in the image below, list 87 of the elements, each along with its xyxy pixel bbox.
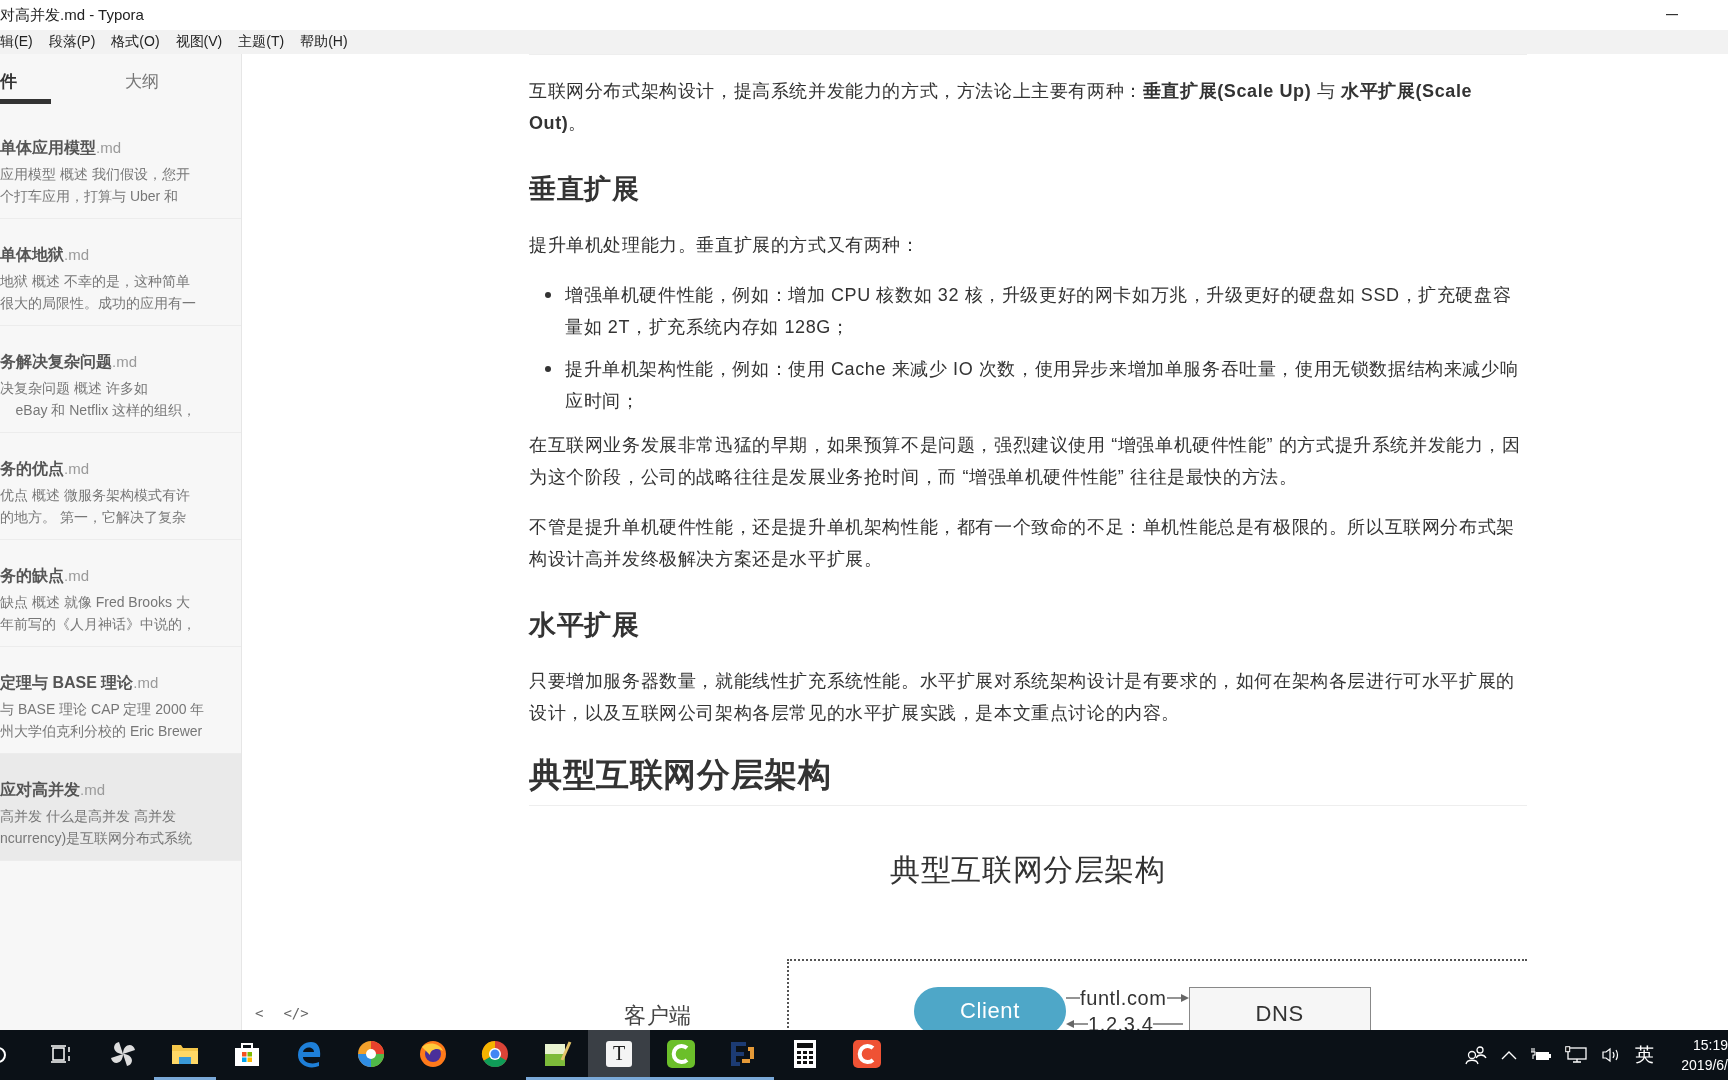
- file-item[interactable]: 务的缺点.md 缺点 概述 就像 Fred Brooks 大 年前写的《人月神话》中说的，: [0, 540, 241, 647]
- file-excerpt: 地狱 概述 不幸的是，这种简单: [0, 272, 191, 291]
- file-excerpt: 个打车应用，打算与 Uber 和: [0, 187, 180, 206]
- file-excerpt: 决复杂问题 概述 许多如: [0, 379, 149, 398]
- menu-item[interactable]: 辑(E): [0, 33, 33, 51]
- back-button[interactable]: <: [255, 1005, 264, 1021]
- file-title: 单体地狱: [0, 245, 64, 265]
- sidebar-tab[interactable]: 件: [0, 70, 51, 104]
- sidebar-tab[interactable]: 大纲: [125, 70, 159, 104]
- monitor-icon[interactable]: [1565, 1046, 1587, 1064]
- dns-node: DNS: [1188, 987, 1371, 1030]
- chrome-icon: [480, 1038, 510, 1069]
- file-item[interactable]: 应对高并发.md 高并发 什么是高并发 高并发 ncurrency)是互联网分布式系统: [0, 754, 241, 861]
- left-arrow-icon: [1066, 1019, 1088, 1029]
- file-extension: .md: [96, 139, 121, 156]
- file-extension: .md: [64, 246, 89, 263]
- file-excerpt: ncurrency)是互联网分布式系统: [0, 829, 194, 848]
- file-item[interactable]: 务解决复杂问题.md 决复杂问题 概述 许多如 eBay 和 Netflix 这样的组织，: [0, 326, 241, 433]
- letter-c-icon: [666, 1038, 696, 1069]
- file-title: 务的缺点: [0, 566, 64, 586]
- paragraph: 提升单机处理能力。垂直扩展的方式又有两种：: [529, 234, 921, 257]
- list-item: 提升单机架构性能，例如：使用 Cache 来减少 IO 次数，使用异步来增加单服务吞吐量，使用无锁数据结构来减少响应时间；: [565, 358, 1520, 413]
- file-title: 定理与 BASE 理论: [0, 673, 134, 693]
- taskbar-app[interactable]: T: [588, 1030, 650, 1080]
- rounded-c-icon: [852, 1038, 882, 1069]
- layer-label: 客户端: [623, 1002, 693, 1030]
- speaker-icon[interactable]: [1601, 1047, 1621, 1063]
- file-excerpt: 很大的局限性。成功的应用有一: [0, 294, 197, 313]
- menu-item[interactable]: 帮助(H): [300, 33, 348, 51]
- file-title: 单体应用模型: [0, 138, 96, 158]
- calculator-icon: [793, 1038, 817, 1069]
- file-excerpt: 州大学伯克利分校的 Eric Brewer: [0, 722, 204, 741]
- menu-item[interactable]: 段落(P): [48, 33, 96, 51]
- paragraph: 只要增加服务器数量，就能线性扩充系统性能。水平扩展对系统架构设计是有要求的，如何在架构各层进行可水平扩展的设计，以及互联网公司架构各层常见的水平扩展实践，是本文重点讨论的内容。: [529, 670, 1516, 725]
- file-excerpt: 高并发 什么是高并发 高并发: [0, 807, 177, 826]
- battery-icon[interactable]: [1531, 1047, 1551, 1063]
- request-label: funtl.com: [1080, 986, 1167, 1010]
- firefox-icon: [418, 1038, 448, 1069]
- notepad-icon: [542, 1039, 572, 1068]
- right-arrow-icon: [1166, 993, 1189, 1003]
- task-view-icon: [50, 1043, 72, 1064]
- caret-up-icon[interactable]: [1501, 1050, 1517, 1060]
- file-item[interactable]: 务的优点.md 优点 概述 微服务架构模式有许 的地方。 第一，它解决了复杂: [0, 433, 241, 540]
- source-code-button[interactable]: </>: [283, 1005, 309, 1021]
- paragraph: 在互联网业务发展非常迅猛的早期，如果预算不是问题，强烈建议使用 “增强单机硬件性能” 的方式提升系统并发能力，因为这个阶段，公司的战略往往是发展业务抢时间，而 “增强单机硬件性能” 往往是最快的方法。: [529, 434, 1522, 489]
- client-node: Client: [914, 987, 1066, 1030]
- file-extension: .md: [80, 781, 105, 798]
- paragraph: 互联网分布式架构设计，提高系统并发能力的方式，方法论上主要有两种：垂直扩展(Scale Up) 与 水平扩展(Scale Out)。: [529, 80, 1474, 135]
- bullet-icon: [545, 366, 551, 372]
- search-icon[interactable]: [0, 1045, 8, 1065]
- file-excerpt: 应用模型 概述 我们假设，您开: [0, 165, 191, 184]
- heading: 垂直扩展: [529, 173, 641, 206]
- list-item: 增强单机硬件性能，例如：增加 CPU 核数如 32 核，升级更好的网卡如万兆，升级更好的硬盘如 SSD，扩充硬盘容量如 2T，扩充系统内存如 128G；: [565, 284, 1513, 339]
- file-excerpt: 优点 概述 微服务架构模式有许: [0, 486, 191, 505]
- minimize-icon[interactable]: [1666, 14, 1678, 16]
- file-extension: .md: [112, 353, 137, 370]
- response-label: 1.2.3.4: [1088, 1012, 1154, 1030]
- bullet-icon: [545, 292, 551, 298]
- file-excerpt: eBay 和 Netflix 这样的组织，: [14, 401, 198, 420]
- menu-item[interactable]: 主题(T): [238, 33, 285, 51]
- menu-item[interactable]: 格式(O): [111, 33, 160, 51]
- file-excerpt: 的地方。 第一，它解决了复杂: [0, 508, 187, 527]
- app-icon: T: [606, 1040, 632, 1067]
- pinwheel-icon: [109, 1039, 137, 1068]
- menu-item[interactable]: 视图(V): [175, 33, 223, 51]
- heading: 水平扩展: [529, 609, 641, 642]
- file-extension: .md: [64, 567, 89, 584]
- file-item[interactable]: 单体应用模型.md 应用模型 概述 我们假设，您开 个打车应用，打算与 Uber 和: [0, 112, 241, 219]
- clock-time[interactable]: 15:19: [1692, 1035, 1728, 1055]
- input-method-indicator[interactable]: 英: [1635, 1042, 1654, 1068]
- paragraph: 不管是提升单机硬件性能，还是提升单机架构性能，都有一个致命的不足：单机性能总是有极限的。所以互联网分布式架构设计高并发终极解决方案还是水平扩展。: [529, 516, 1516, 571]
- file-excerpt: 与 BASE 理论 CAP 定理 2000 年: [0, 700, 206, 719]
- figure-title: 典型互联网分层架构: [890, 852, 1166, 888]
- clock-date[interactable]: 2019/6/: [1681, 1055, 1728, 1075]
- browser-e-icon: [295, 1039, 323, 1068]
- file-title: 务解决复杂问题: [0, 352, 112, 372]
- file-item[interactable]: 单体地狱.md 地狱 概述 不幸的是，这种简单 很大的局限性。成功的应用有一: [0, 219, 241, 326]
- file-excerpt: 年前写的《人月神话》中说的，: [0, 615, 197, 634]
- file-title: 务的优点: [0, 459, 64, 479]
- file-excerpt: 缺点 概述 就像 Fred Brooks 大: [0, 593, 191, 612]
- heading: 典型互联网分层架构: [529, 755, 1527, 806]
- file-title: 应对高并发: [0, 780, 80, 800]
- file-extension: .md: [64, 460, 89, 477]
- window-title: 对高并发.md - Typora: [0, 5, 144, 25]
- people-icon[interactable]: [1465, 1045, 1487, 1065]
- color-wheel-icon: [356, 1038, 386, 1069]
- file-extension: .md: [133, 674, 159, 691]
